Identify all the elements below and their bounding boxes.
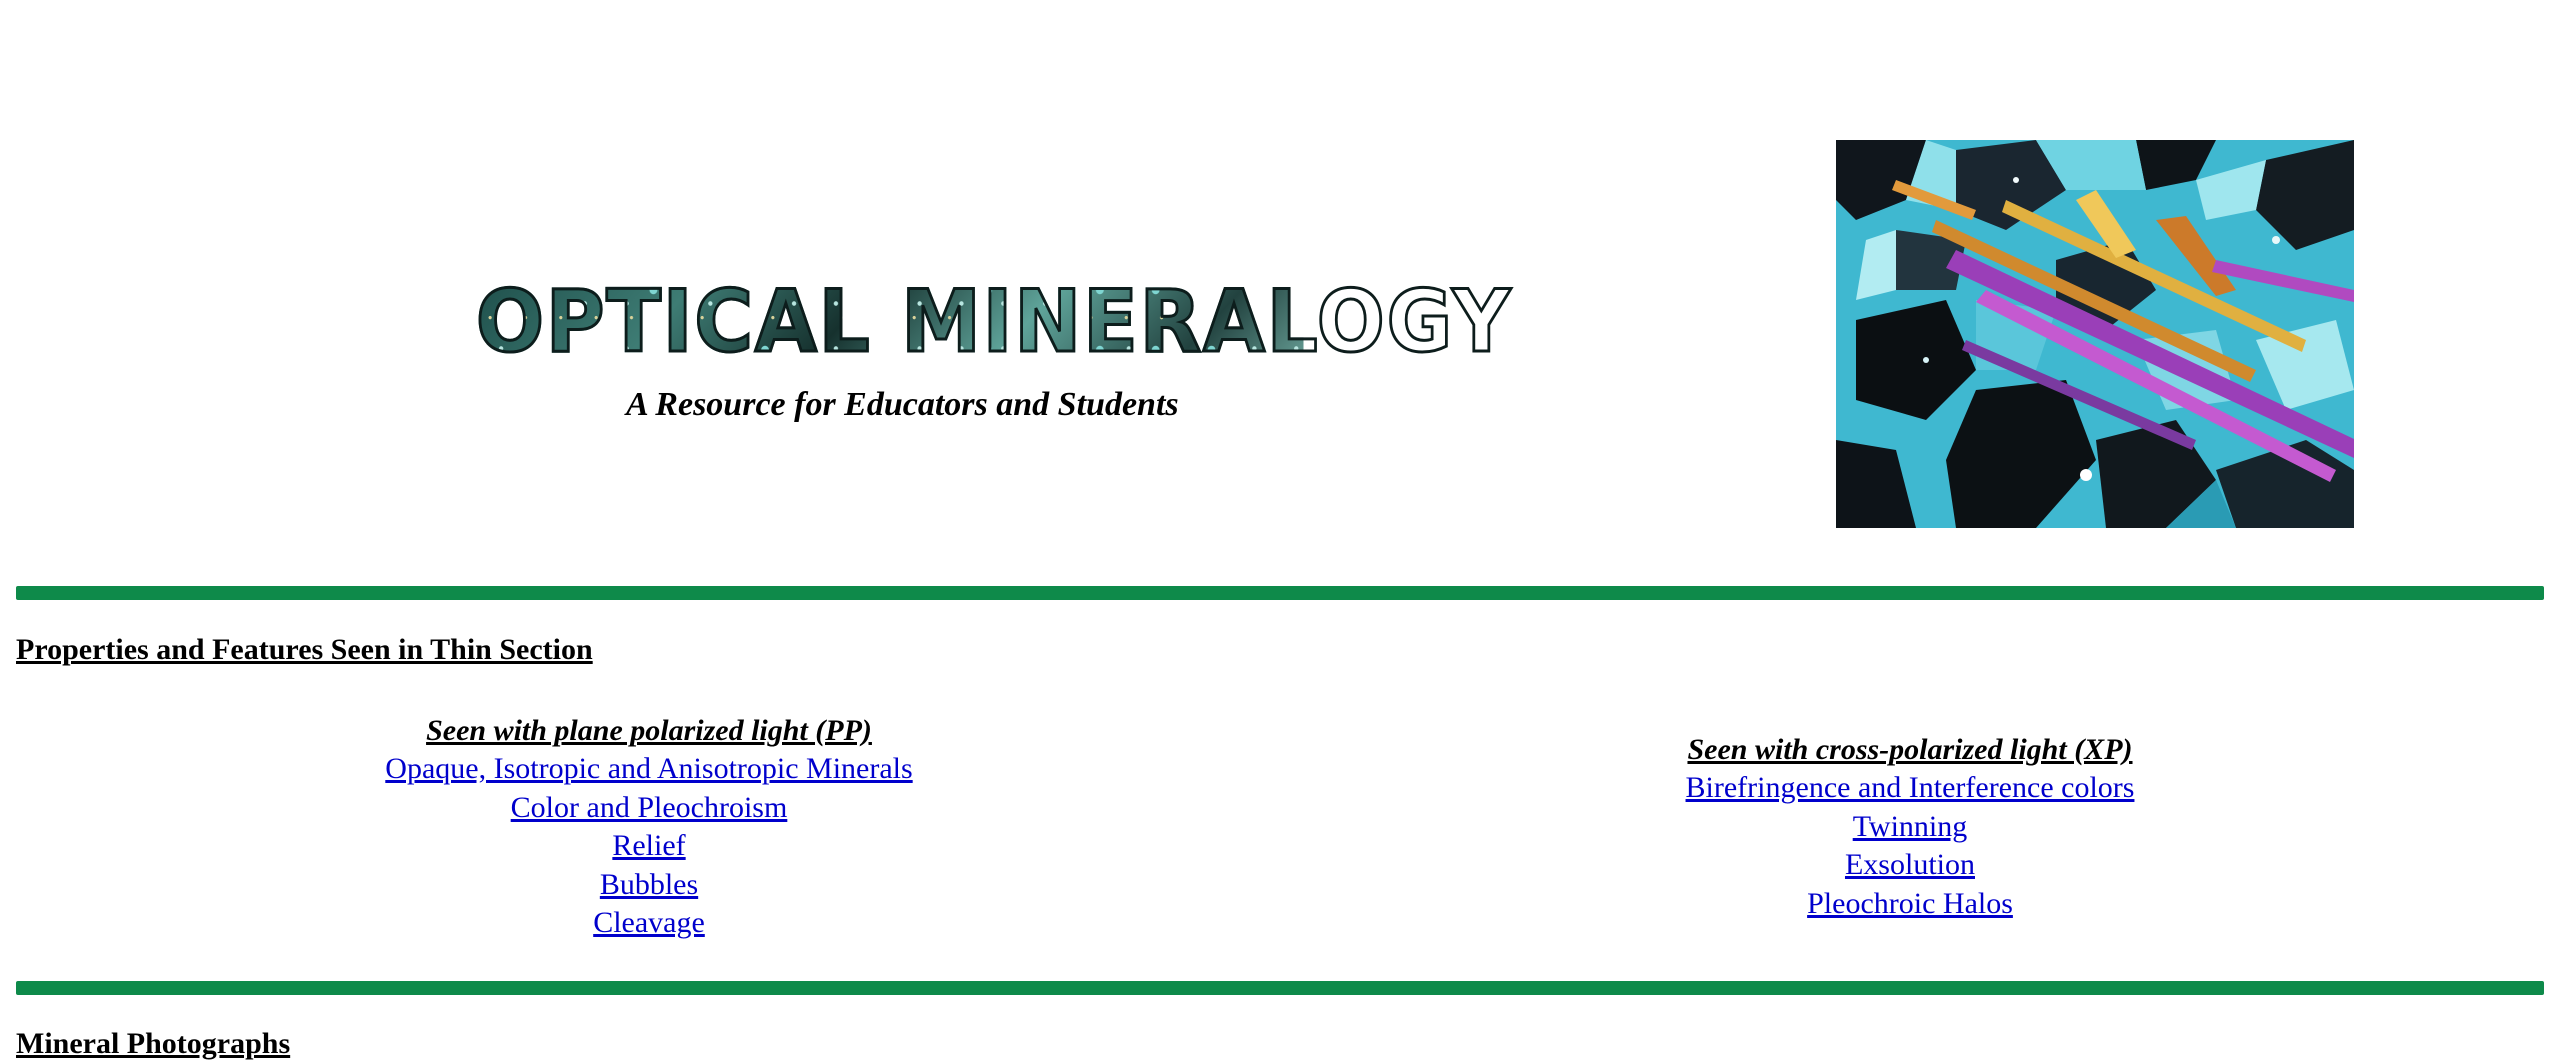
logo-title: OPTICAL MINERALOGY [475,271,1513,374]
section-title-thin-section: Properties and Features Seen in Thin Sec… [16,633,593,666]
section-divider [16,586,2544,600]
link-cleavage[interactable]: Cleavage [0,904,1298,943]
page-header: OPTICAL MINERALOGY A Resource for Educat… [0,0,2560,560]
link-color-pleochroism[interactable]: Color and Pleochroism [0,789,1298,828]
pp-heading: Seen with plane polarized light (PP) [426,714,872,747]
xp-heading: Seen with cross-polarized light (XP) [1687,733,2133,766]
xp-column: Seen with cross-polarized light (XP) Bir… [1308,731,2512,923]
site-logo: OPTICAL MINERALOGY [475,271,1513,374]
link-bubbles[interactable]: Bubbles [0,866,1298,905]
link-birefringence-interference[interactable]: Birefringence and Interference colors [1308,769,2512,808]
link-opaque-isotropic-anisotropic[interactable]: Opaque, Isotropic and Anisotropic Minera… [0,750,1298,789]
section-title-mineral-photographs: Mineral Photographs [16,1027,291,1060]
site-subtitle: A Resource for Educators and Students [626,386,1179,423]
link-twinning[interactable]: Twinning [1308,808,2512,847]
link-relief[interactable]: Relief [0,827,1298,866]
link-pleochroic-halos[interactable]: Pleochroic Halos [1308,885,2512,924]
section-divider [16,981,2544,995]
link-exsolution[interactable]: Exsolution [1308,846,2512,885]
pp-column: Seen with plane polarized light (PP) Opa… [0,712,1298,943]
thin-section-photo [1836,140,2354,528]
